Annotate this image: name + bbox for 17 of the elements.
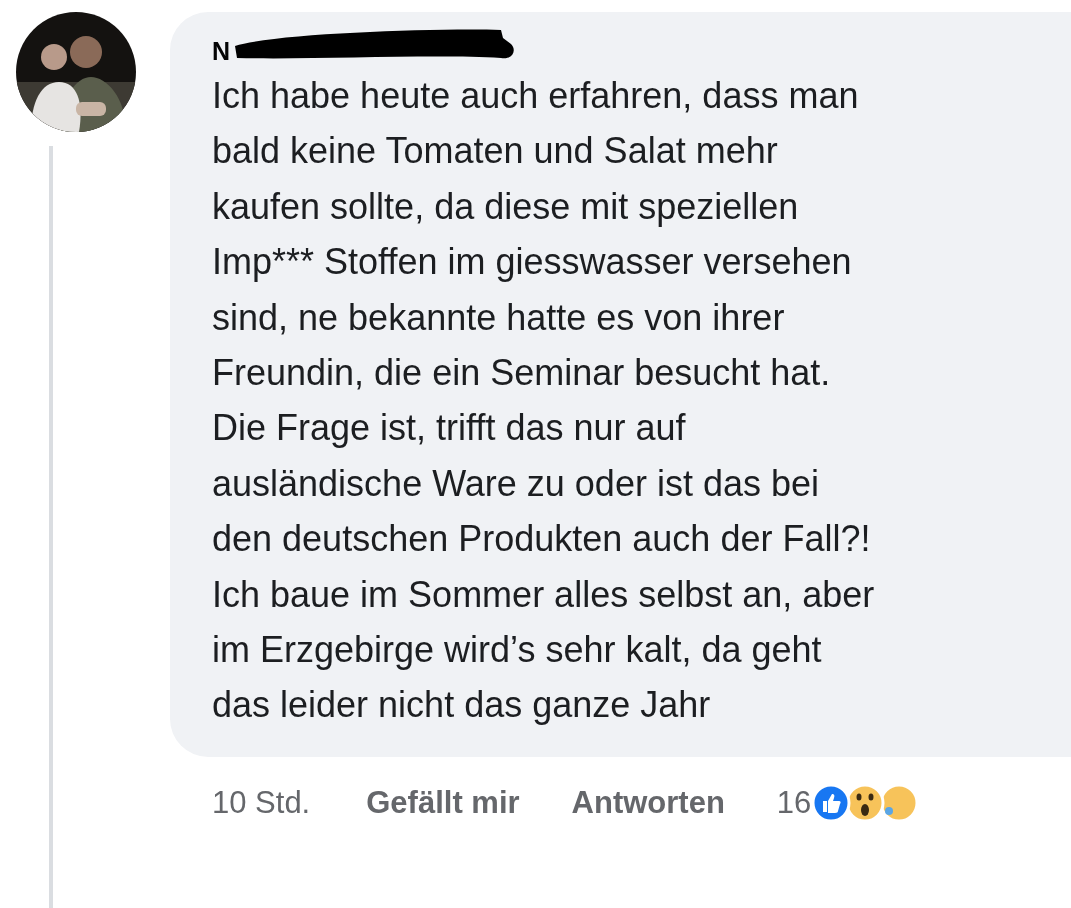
like-link[interactable]: Gefällt mir — [366, 784, 520, 821]
comment-time: 10 Std. — [212, 784, 311, 821]
comment-text-line: Die Frage ist, trifft das nur auf — [212, 406, 687, 451]
reaction-count: 16 — [776, 784, 812, 821]
comment-text-line: kaufen sollte, da diese mit speziellen — [212, 184, 800, 229]
comment-text-line: im Erzgebirge wird’s sehr kalt, da geht — [212, 628, 823, 673]
comment-text-line: bald keine Tomaten und Salat mehr — [212, 129, 779, 174]
author-name[interactable]: N — [212, 36, 231, 66]
comment-text-line: das leider nicht das ganze Jahr — [212, 683, 712, 728]
comment-text-line: sind, ne bekannte hatte es von ihrer — [212, 295, 786, 340]
comment-text-line: den deutschen Produkten auch der Fall?! — [212, 517, 872, 562]
comment-text-line: Ich baue im Sommer alles selbst an, aber — [212, 572, 876, 617]
comment-text-line: Ich habe heute auch erfahren, dass man — [212, 74, 860, 118]
comment-text-line: Freundin, die ein Seminar besucht hat. — [212, 351, 832, 396]
comment-text-line: Imp*** Stoffen im giesswasser versehen — [212, 240, 853, 285]
reply-link[interactable]: Antworten — [571, 784, 725, 821]
comment-text-line: ausländische Ware zu oder ist das bei — [212, 461, 820, 506]
